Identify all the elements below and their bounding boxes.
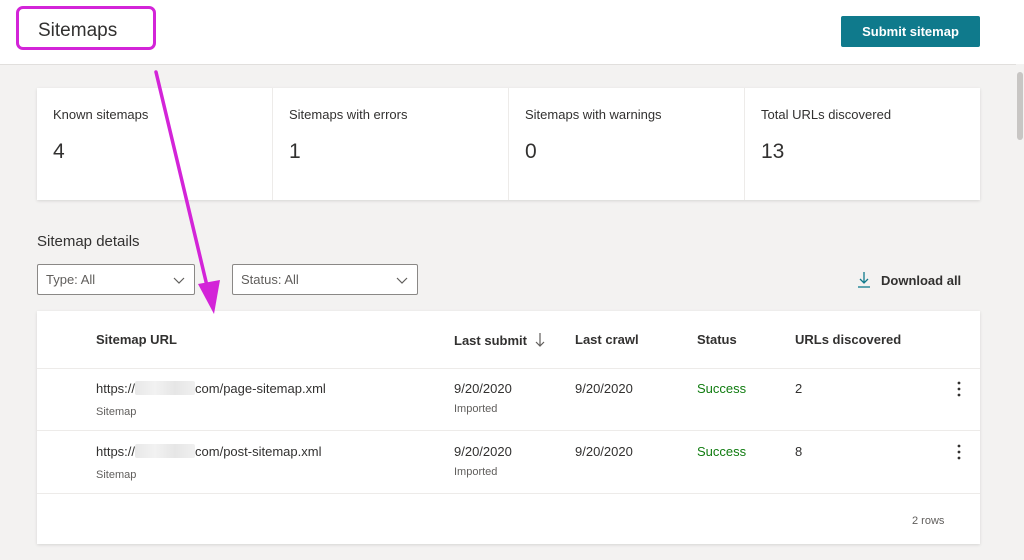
stat-value: 0 [525, 140, 537, 163]
sort-descending-icon [535, 333, 545, 347]
stat-value: 4 [53, 140, 65, 163]
stat-value: 13 [761, 140, 785, 163]
stat-label: Sitemaps with warnings [525, 107, 662, 122]
stat-known-sitemaps: Known sitemaps 4 [37, 88, 273, 200]
row-count: 2 rows [912, 515, 945, 527]
column-header-last-crawl[interactable]: Last crawl [575, 332, 639, 347]
type-filter-value: Type: All [46, 272, 96, 287]
redacted-domain [135, 381, 196, 395]
last-submit-date: 9/20/2020 [454, 381, 512, 396]
urls-discovered-count: 2 [795, 381, 803, 396]
last-crawl-date: 9/20/2020 [575, 381, 633, 396]
stats-card: Known sitemaps 4 Sitemaps with errors 1 … [37, 88, 980, 200]
scrollbar-thumb[interactable] [1017, 72, 1023, 140]
table-row[interactable]: https:// com/page-sitemap.xml Sitemap 9/2… [37, 368, 980, 431]
top-bar: Sitemaps Submit sitemap [0, 0, 1024, 65]
last-crawl-date: 9/20/2020 [575, 444, 633, 459]
title-highlight-annotation [16, 6, 156, 50]
download-all-button[interactable]: Download all [857, 270, 961, 290]
sitemap-type: Sitemap [96, 469, 137, 481]
sitemap-url-prefix: https:// [96, 381, 136, 396]
sitemaps-table: Sitemap URL Last submit Last crawl Statu… [37, 311, 980, 544]
sitemap-url[interactable]: https:// com/post-sitemap.xml [96, 444, 321, 459]
column-header-last-submit[interactable]: Last submit [454, 332, 547, 348]
type-filter-dropdown[interactable]: Type: All [37, 264, 195, 295]
redacted-domain [135, 444, 196, 458]
submit-sitemap-button[interactable]: Submit sitemap [841, 16, 980, 47]
download-icon [858, 272, 870, 288]
stat-sitemaps-with-warnings: Sitemaps with warnings 0 [509, 88, 745, 200]
stat-label: Sitemaps with errors [289, 107, 408, 122]
last-submit-date: 9/20/2020 [454, 444, 512, 459]
status-text: Success [697, 381, 747, 396]
sitemap-url-suffix: com/post-sitemap.xml [195, 444, 322, 459]
download-all-label: Download all [881, 272, 962, 288]
status-text: Success [697, 444, 747, 459]
stat-label: Total URLs discovered [761, 107, 892, 122]
stat-label: Known sitemaps [53, 107, 149, 122]
column-header-urls-discovered[interactable]: URLs discovered [795, 332, 901, 347]
more-vertical-icon [957, 444, 961, 460]
sitemap-url-prefix: https:// [96, 444, 136, 459]
column-header-last-submit-label: Last submit [454, 332, 527, 348]
sitemap-url[interactable]: https:// com/page-sitemap.xml [96, 381, 326, 396]
urls-discovered-count: 8 [795, 444, 803, 459]
submit-note: Imported [454, 403, 498, 415]
chevron-down-icon [396, 277, 408, 284]
row-more-options-button[interactable] [950, 442, 968, 462]
row-more-options-button[interactable] [950, 379, 968, 399]
submit-note: Imported [454, 466, 498, 478]
sitemap-type: Sitemap [96, 406, 137, 418]
chevron-down-icon [173, 277, 185, 284]
column-header-status[interactable]: Status [697, 332, 737, 347]
sitemap-details-title: Sitemap details [37, 233, 140, 250]
status-filter-value: Status: All [241, 272, 299, 287]
more-vertical-icon [957, 381, 961, 397]
stat-sitemaps-with-errors: Sitemaps with errors 1 [273, 88, 509, 200]
sitemap-url-suffix: com/page-sitemap.xml [195, 381, 326, 396]
table-row[interactable]: https:// com/post-sitemap.xml Sitemap 9/2… [37, 431, 980, 494]
stat-total-urls-discovered: Total URLs discovered 13 [745, 88, 980, 200]
stat-value: 1 [289, 140, 301, 163]
table-header-row: Sitemap URL Last submit Last crawl Statu… [37, 311, 980, 369]
status-filter-dropdown[interactable]: Status: All [232, 264, 418, 295]
column-header-sitemap-url[interactable]: Sitemap URL [96, 332, 177, 347]
